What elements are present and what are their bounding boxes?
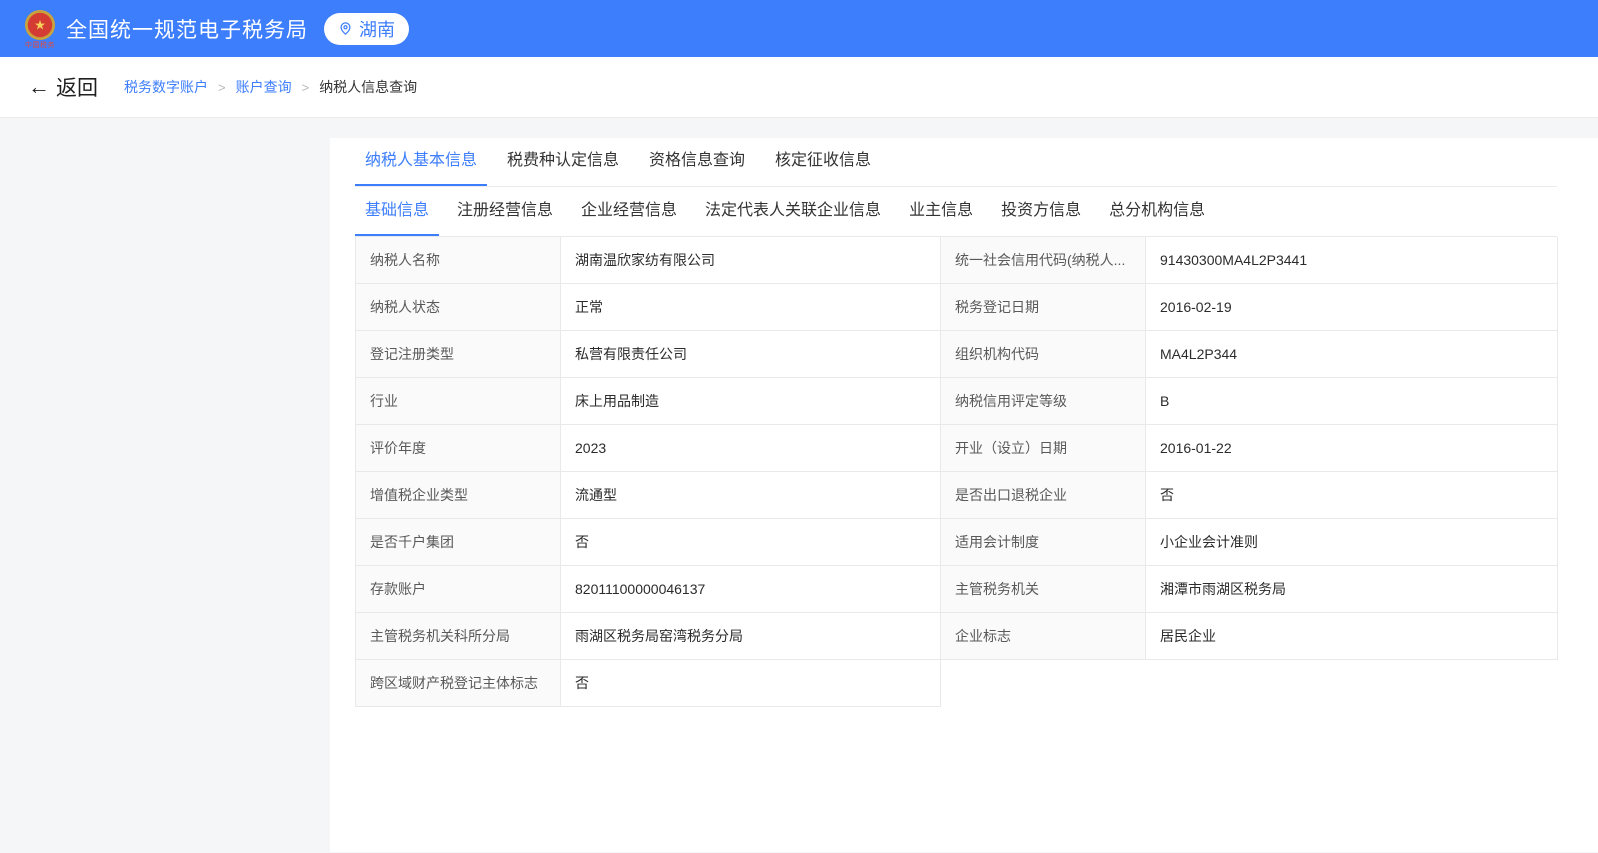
field-value: 91430300MA4L2P3441 [1146,237,1558,284]
field-value: 否 [1146,472,1558,519]
app-title: 全国统一规范电子税务局 [66,14,308,44]
field-label: 存款账户 [356,566,561,613]
main-content: 纳税人基本信息税费种认定信息资格信息查询核定征收信息 基础信息注册经营信息企业经… [0,138,1598,853]
breadcrumb: 税务数字账户 > 账户查询 > 纳税人信息查询 [124,77,417,97]
field-value: B [1146,378,1558,425]
field-label: 登记注册类型 [356,331,561,378]
tab-main-1[interactable]: 税费种认定信息 [497,138,629,186]
field-label: 企业标志 [941,613,1146,660]
field-label: 适用会计制度 [941,519,1146,566]
tax-bureau-emblem-icon: ★ 中国税务 [24,9,56,49]
breadcrumb-separator-icon: > [302,80,310,95]
field-label: 纳税人名称 [356,237,561,284]
tab-sub-5[interactable]: 投资方信息 [991,187,1091,236]
field-value: 否 [561,660,941,707]
field-label: 主管税务机关 [941,566,1146,613]
breadcrumb-separator-icon: > [218,80,226,95]
tab-sub-4[interactable]: 业主信息 [899,187,983,236]
field-label: 评价年度 [356,425,561,472]
region-label: 湖南 [359,16,395,42]
app-header: ★ 中国税务 全国统一规范电子税务局 湖南 [0,0,1598,57]
field-value: 2023 [561,425,941,472]
sub-tabs: 基础信息注册经营信息企业经营信息法定代表人关联企业信息业主信息投资方信息总分机构… [355,187,1557,236]
field-label: 是否出口退税企业 [941,472,1146,519]
region-selector[interactable]: 湖南 [324,13,409,45]
breadcrumb-bar: ← 返回 税务数字账户 > 账户查询 > 纳税人信息查询 [0,57,1598,118]
field-value: 82011100000046137 [561,566,941,613]
field-value: 流通型 [561,472,941,519]
location-pin-icon [338,21,353,36]
field-label: 主管税务机关科所分局 [356,613,561,660]
content-panel: 纳税人基本信息税费种认定信息资格信息查询核定征收信息 基础信息注册经营信息企业经… [330,138,1598,852]
field-value: 小企业会计准则 [1146,519,1558,566]
breadcrumb-item[interactable]: 账户查询 [236,77,292,97]
national-emblem-icon: ★ [24,9,56,41]
main-tabs: 纳税人基本信息税费种认定信息资格信息查询核定征收信息 [355,138,1557,187]
field-label: 跨区域财产税登记主体标志 [356,660,561,707]
logo-caption: 中国税务 [25,42,55,49]
field-value: 正常 [561,284,941,331]
field-label: 增值税企业类型 [356,472,561,519]
field-label: 是否千户集团 [356,519,561,566]
svg-text:★: ★ [34,17,46,32]
field-label: 行业 [356,378,561,425]
field-value: 湘潭市雨湖区税务局 [1146,566,1558,613]
field-value: 否 [561,519,941,566]
field-label: 纳税信用评定等级 [941,378,1146,425]
field-label: 组织机构代码 [941,331,1146,378]
field-label: 开业（设立）日期 [941,425,1146,472]
field-value: 湖南温欣家纺有限公司 [561,237,941,284]
back-arrow-icon: ← [28,76,50,98]
tab-main-2[interactable]: 资格信息查询 [639,138,755,186]
field-value: 居民企业 [1146,613,1558,660]
tab-sub-2[interactable]: 企业经营信息 [571,187,687,236]
breadcrumb-item: 纳税人信息查询 [319,77,417,97]
taxpayer-info-table: 纳税人名称湖南温欣家纺有限公司统一社会信用代码(纳税人...91430300MA… [355,236,1557,707]
field-value: MA4L2P344 [1146,331,1558,378]
tab-sub-6[interactable]: 总分机构信息 [1099,187,1215,236]
field-value: 雨湖区税务局窑湾税务分局 [561,613,941,660]
field-value: 2016-02-19 [1146,284,1558,331]
field-label: 税务登记日期 [941,284,1146,331]
tab-main-0[interactable]: 纳税人基本信息 [355,138,487,186]
tab-sub-0[interactable]: 基础信息 [355,187,439,236]
tab-main-3[interactable]: 核定征收信息 [765,138,881,186]
tab-sub-1[interactable]: 注册经营信息 [447,187,563,236]
field-value: 私营有限责任公司 [561,331,941,378]
back-button[interactable]: ← 返回 [28,72,98,102]
field-value: 床上用品制造 [561,378,941,425]
empty-cell [941,660,1558,707]
field-label: 纳税人状态 [356,284,561,331]
field-label: 统一社会信用代码(纳税人... [941,237,1146,284]
back-label: 返回 [56,72,98,102]
tab-sub-3[interactable]: 法定代表人关联企业信息 [695,187,891,236]
field-value: 2016-01-22 [1146,425,1558,472]
breadcrumb-item[interactable]: 税务数字账户 [124,77,208,97]
